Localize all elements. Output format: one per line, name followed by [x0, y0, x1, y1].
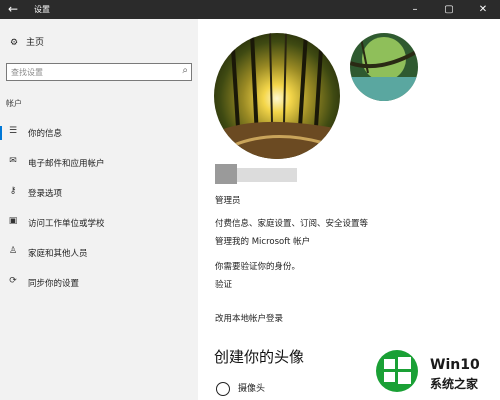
- maximize-button[interactable]: ▢: [432, 0, 466, 19]
- sync-icon: ⟳: [9, 276, 17, 286]
- key-icon: ⚷: [9, 186, 17, 196]
- camera-label: 摄像头: [238, 384, 266, 394]
- back-arrow-icon[interactable]: ←: [8, 2, 18, 16]
- sidebar-item-your-info[interactable]: ☰ 你的信息: [0, 120, 198, 146]
- sidebar-item-label: 电子邮件和应用帐户: [28, 159, 105, 169]
- sidebar-item-label: 同步你的设置: [28, 279, 80, 289]
- local-login-link[interactable]: 改用本地帐户登录: [215, 312, 283, 324]
- mail-icon: ✉: [9, 156, 17, 166]
- secondary-avatar[interactable]: [350, 33, 418, 101]
- title-bar: ← 设置 – ▢ ✕: [0, 0, 500, 19]
- close-button[interactable]: ✕: [466, 0, 500, 19]
- person-icon: ♙: [8, 246, 18, 256]
- camera-option[interactable]: 摄像头: [216, 381, 265, 396]
- person-card-icon: ☰: [8, 126, 18, 136]
- sidebar-item-label: 家庭和其他人员: [28, 249, 88, 259]
- briefcase-icon: ▣: [8, 216, 18, 226]
- create-avatar-heading: 创建你的头像: [214, 348, 305, 366]
- account-avatar: [214, 33, 340, 159]
- manage-account-link[interactable]: 管理我的 Microsoft 帐户: [215, 235, 310, 247]
- sidebar: ⚙ 主页 查找设置 ⌕ 帐户 ☰ 你的信息 ✉ 电子邮件和应用帐户 ⚷ 登录选项 …: [0, 19, 198, 400]
- section-label: 帐户: [6, 99, 22, 108]
- minimize-button[interactable]: –: [398, 0, 432, 19]
- verify-link[interactable]: 验证: [215, 278, 232, 290]
- sidebar-item-work-school[interactable]: ▣ 访问工作单位或学校: [0, 210, 198, 236]
- sidebar-item-family[interactable]: ♙ 家庭和其他人员: [0, 240, 198, 266]
- home-label: 主页: [26, 38, 45, 48]
- billing-settings-link[interactable]: 付费信息、家庭设置、订阅、安全设置等: [215, 217, 368, 229]
- search-placeholder: 查找设置: [11, 68, 43, 77]
- gear-icon: ⚙: [9, 38, 19, 48]
- sidebar-item-sync[interactable]: ⟳ 同步你的设置: [0, 270, 198, 296]
- home-nav[interactable]: ⚙ 主页: [8, 35, 44, 48]
- window-title: 设置: [34, 5, 50, 14]
- search-icon: ⌕: [182, 65, 188, 76]
- sidebar-item-label: 访问工作单位或学校: [28, 219, 105, 229]
- account-type: 管理员: [215, 196, 241, 206]
- verify-prompt: 你需要验证你的身份。: [215, 262, 301, 272]
- win10-logo: [368, 348, 426, 398]
- sidebar-item-label: 登录选项: [28, 189, 63, 199]
- sidebar-item-sign-in-options[interactable]: ⚷ 登录选项: [0, 180, 198, 206]
- watermark-site: 系统之家: [430, 377, 479, 391]
- sidebar-item-label: 你的信息: [28, 129, 63, 139]
- user-name-blurred: [205, 160, 305, 188]
- sidebar-item-email-accounts[interactable]: ✉ 电子邮件和应用帐户: [0, 150, 198, 176]
- watermark-brand: Win10: [430, 357, 480, 373]
- camera-icon: [216, 381, 230, 396]
- search-input[interactable]: 查找设置 ⌕: [6, 63, 192, 81]
